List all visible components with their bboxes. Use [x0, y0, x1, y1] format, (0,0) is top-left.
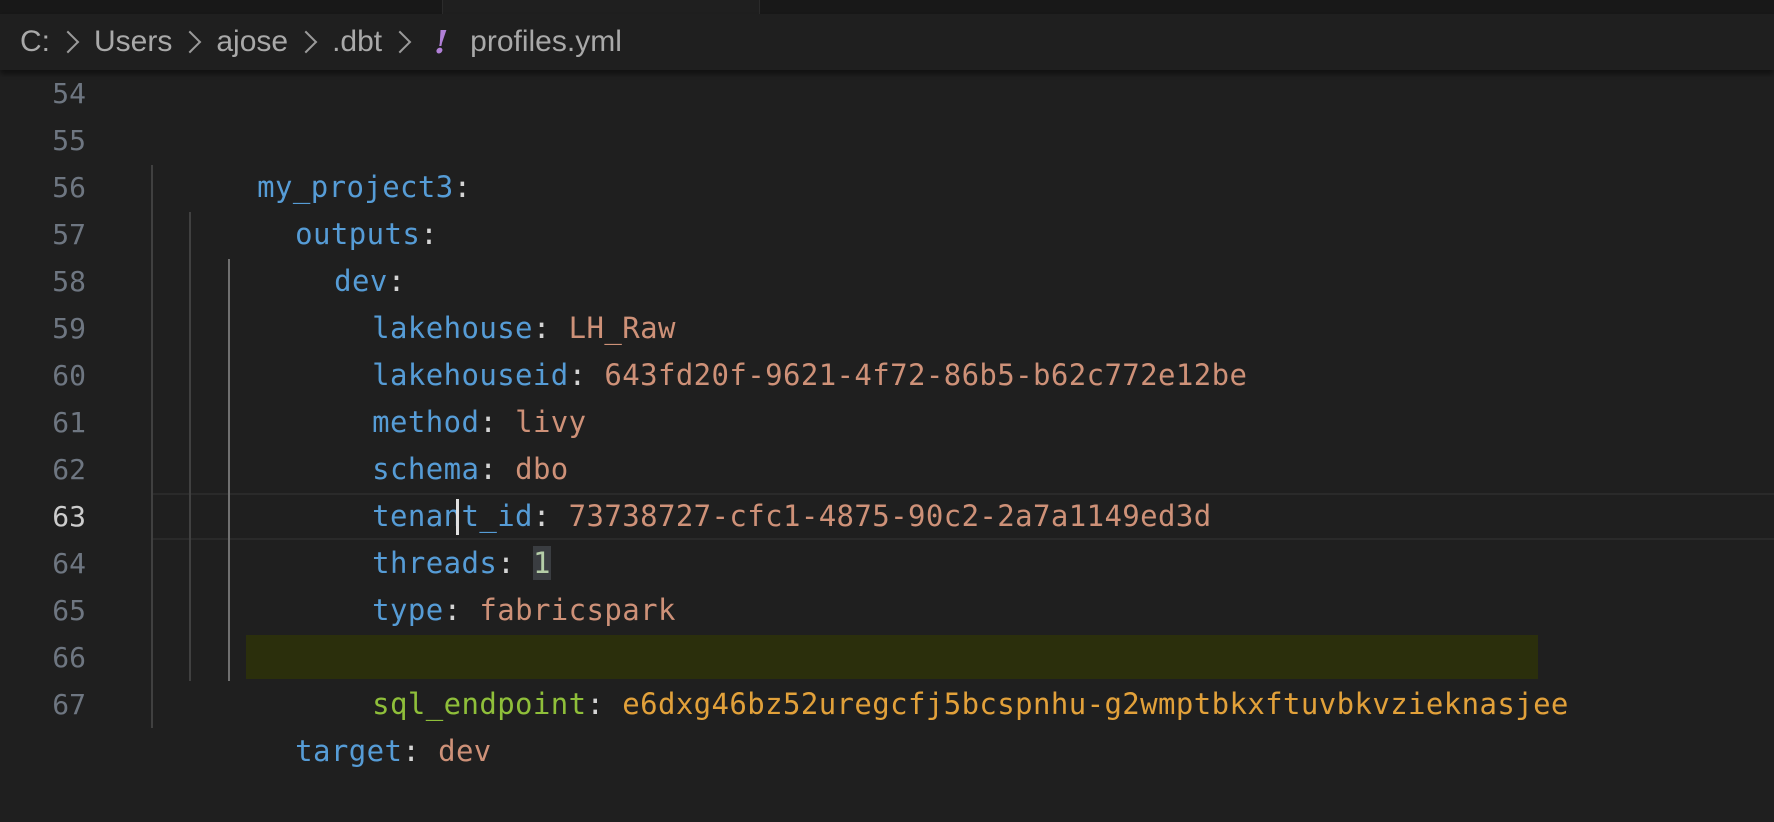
breadcrumb-item-user[interactable]: ajose [216, 25, 288, 59]
indent-guide [189, 212, 191, 681]
line-number: 67 [52, 688, 86, 721]
tab-profiles-yml[interactable] [442, 0, 760, 14]
breadcrumb-item-users[interactable]: Users [94, 25, 172, 59]
code-line-active: 63 threads: 1 [0, 493, 1774, 580]
yaml-key: target [295, 734, 403, 768]
code-line: 55 my_project3: [0, 117, 1774, 204]
breadcrumb: C: Users ajose .dbt ! profiles.yml [0, 14, 1774, 70]
line-number: 56 [52, 171, 86, 204]
code-line-highlighted: 66 sql_endpoint: e6dxg46bz52uregcfj5bcsp… [0, 634, 1774, 721]
code-line: 62 tenant_id: 73738727-cfc1-4875-90c2-2a… [0, 446, 1774, 533]
line-number: 61 [52, 406, 86, 439]
line-number: 64 [52, 547, 86, 580]
breadcrumb-item-dbt[interactable]: .dbt [332, 25, 382, 59]
line-number: 60 [52, 359, 86, 392]
line-number: 57 [52, 218, 86, 251]
code-editor[interactable]: 54 55 my_project3: 56 outputs: 57 dev: 5… [0, 70, 1774, 768]
line-number-active: 63 [52, 500, 86, 533]
line-number: 58 [52, 265, 86, 298]
line-number: 62 [52, 453, 86, 486]
code-line: 64 type: fabricspark [0, 540, 1774, 627]
code-line: 59 lakehouseid: 643fd20f-9621-4f72-86b5-… [0, 305, 1774, 392]
line-number: 65 [52, 594, 86, 627]
yaml-value: dev [438, 734, 492, 768]
tab-strip [0, 0, 1774, 14]
code-line: 65 workspaceid: ccc7ac36-b92a-4a67-8555-… [0, 587, 1774, 674]
chevron-right-icon [388, 30, 412, 54]
chevron-right-icon [179, 30, 202, 54]
code-line: 60 method: livy [0, 352, 1774, 439]
yaml-file-icon: ! [434, 23, 449, 61]
breadcrumb-item-file[interactable]: profiles.yml [470, 25, 622, 59]
code-line: 67 target: dev [0, 681, 1774, 768]
line-number: 66 [52, 641, 86, 674]
code-line: 61 schema: dbo [0, 399, 1774, 486]
code-line: 54 [0, 70, 1774, 117]
line-number: 59 [52, 312, 86, 345]
line-number: 55 [52, 124, 86, 157]
line-number: 54 [52, 77, 86, 110]
text-cursor [456, 499, 459, 535]
yaml-colon: : [402, 734, 439, 768]
breadcrumb-item-drive[interactable]: C: [20, 25, 50, 59]
indent-guide [151, 165, 153, 728]
chevron-right-icon [294, 30, 318, 54]
code-line: 56 outputs: [0, 164, 1774, 251]
code-line: 57 dev: [0, 211, 1774, 298]
indent-guide-active [228, 259, 230, 681]
chevron-right-icon [56, 30, 80, 54]
code-line: 58 lakehouse: LH_Raw [0, 258, 1774, 345]
